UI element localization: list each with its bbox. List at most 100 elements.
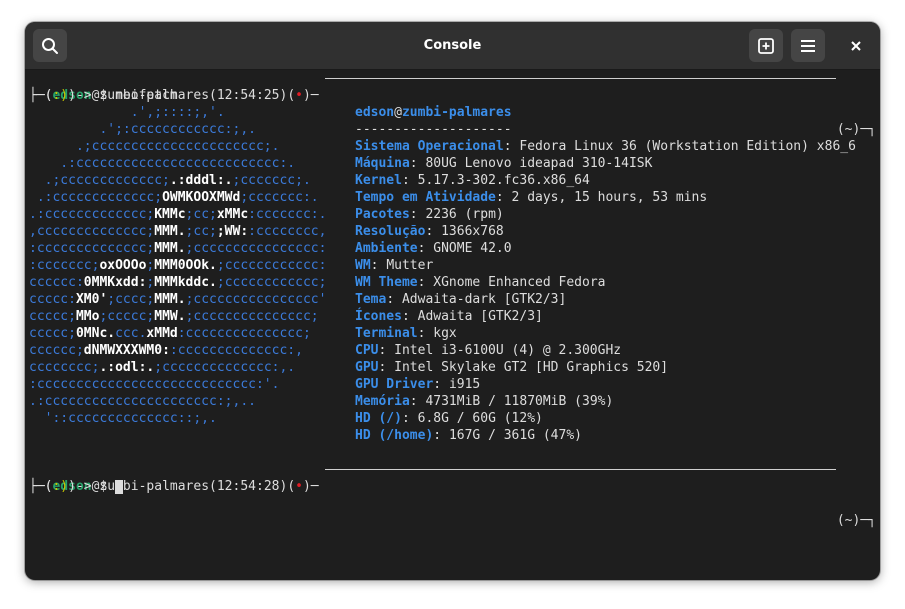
sysinfo-host: zumbi-palmares — [401, 105, 512, 120]
sysinfo-row: Tema: Adwaita-dark [GTK2/3] — [355, 291, 566, 308]
prompt-command-line-2[interactable]: └─(:))-> $ — [29, 478, 876, 495]
sysinfo-user: edson — [355, 105, 395, 120]
sysinfo-value: 6.8G / 60G (12%) — [417, 411, 543, 426]
sysinfo-colon: : — [495, 190, 512, 205]
ascii-art-line: ccccc;0MNc.ccc.xMMd:ccccccccccccccc; — [29, 325, 311, 342]
sysinfo-colon: : — [386, 292, 402, 307]
sysinfo-value: 1366x768 — [441, 224, 504, 239]
sysinfo-at: @ — [394, 105, 402, 120]
sysinfo-value: 167G / 361G (47%) — [448, 428, 582, 443]
sysinfo-row: HD (/): 6.8G / 60G (12%) — [355, 410, 543, 427]
sysinfo-colon: : — [401, 173, 418, 188]
ascii-art-segment: cccccc: — [29, 275, 84, 290]
ascii-art-segment: .';:cccccccccccc:;,. — [29, 122, 256, 137]
ascii-art-segment: MMo — [75, 309, 100, 324]
sysinfo-key: Sistema Operacional — [355, 139, 504, 154]
sysinfo-row: GPU: Intel Skylake GT2 [HD Graphics 520] — [355, 359, 668, 376]
sysinfo-row: Terminal: kgx — [355, 325, 457, 342]
ascii-art-segment: KMMc — [154, 207, 186, 222]
prompt-rule — [325, 78, 836, 79]
ascii-art-segment: ccccc; — [29, 309, 76, 324]
ascii-art-line: cccccccc;.:odl:.;cccccccccccccc:,. — [29, 359, 295, 376]
sysinfo-key: Tema — [355, 292, 387, 307]
ascii-art-segment: ;WW: — [216, 224, 249, 239]
sysinfo-row: Resolução: 1366x768 — [355, 223, 504, 240]
sysinfo-key: Memória — [355, 394, 410, 409]
sysinfo-row: Pacotes: 2236 (rpm) — [355, 206, 504, 223]
ascii-art-segment: OWMKOOXMWd — [162, 190, 241, 205]
sysinfo-colon: : — [417, 241, 434, 256]
close-button[interactable] — [839, 29, 873, 62]
prompt-cwd: (~) — [836, 513, 861, 528]
sysinfo-value: kgx — [433, 326, 457, 341]
ascii-art-segment: :cccccccc, — [248, 224, 327, 239]
sysinfo-title: edson@zumbi-palmares — [355, 104, 512, 121]
sysinfo-value: Intel i3-6100U (4) @ 2.300GHz — [394, 343, 622, 358]
sysinfo-row: WM Theme: XGnome Enhanced Fedora — [355, 274, 605, 291]
ascii-art-segment: MMM. — [154, 224, 186, 239]
sysinfo-row: Máquina: 80UG Lenovo ideapad 310-14ISK — [355, 155, 652, 172]
ascii-art-segment: 0MNc. — [75, 326, 116, 341]
sysinfo-key: Terminal — [355, 326, 418, 341]
ascii-art-line: :cccccccccccccccccccccccccccc:'. — [29, 376, 279, 393]
ascii-art-segment: .;ccccccccccccc; — [29, 173, 170, 188]
ascii-art-line: .:cccccccccccccccccccccc:;,.. — [29, 393, 256, 410]
sysinfo-colon: : — [370, 258, 387, 273]
prompt-smiley: :) — [52, 88, 69, 103]
sysinfo-value: XGnome Enhanced Fedora — [433, 275, 606, 290]
ascii-art-segment: .:ccccccccccccc; — [29, 207, 155, 222]
ascii-art-segment: .:odl:. — [99, 360, 155, 375]
sysinfo-colon: : — [401, 309, 418, 324]
ascii-art-segment: cccccc; — [29, 343, 84, 358]
sysinfo-key: Ambiente — [355, 241, 418, 256]
smiley-close: ) — [68, 88, 76, 103]
ascii-art-segment: XM0' — [75, 292, 108, 307]
sysinfo-colon: : — [378, 360, 395, 375]
ascii-art-segment: ccccc; — [29, 326, 76, 341]
ascii-art-line: :cccccccccccccc;MMM.;cccccccccccccccc: — [29, 240, 326, 257]
ascii-art-line: ccccc;MMo;ccccc;MMW.;ccccccccccccccc; — [29, 308, 319, 325]
sysinfo-value: 4731MiB / 11870MiB (39%) — [425, 394, 614, 409]
prompt-cwd: (~) — [836, 122, 861, 137]
main-menu-button[interactable] — [791, 29, 825, 62]
sysinfo-colon: : — [409, 156, 426, 171]
prompt-arrow: -> $ — [75, 479, 116, 494]
ascii-art-segment: xMMd — [146, 326, 178, 341]
search-button[interactable] — [33, 29, 67, 62]
sysinfo-value: 2236 (rpm) — [425, 207, 504, 222]
ascii-art-line: :ccccccc;oxOOOo;MMM0OOk.;cccccccccccc: — [29, 257, 326, 274]
prompt-arrow: -> $ — [75, 88, 116, 103]
sysinfo-colon: : — [425, 224, 442, 239]
terminal-output[interactable]: ┌─(edson@zumbi-palmares(12:54:25)(•)─ (~… — [29, 70, 876, 580]
sysinfo-value: GNOME 42.0 — [433, 241, 512, 256]
ascii-art-line: .;ccccccccccccc;.:dddl:.;ccccccc;. — [29, 172, 311, 189]
ascii-art-segment: cccccccc; — [29, 360, 100, 375]
ascii-art-segment: :cccccccccccccc; — [29, 241, 155, 256]
ascii-art-line: .:cccccccccccccccccccccccccc:. — [29, 155, 295, 172]
ascii-art-line: .';:cccccccccccc:;,. — [29, 121, 256, 138]
sysinfo-colon: : — [409, 207, 426, 222]
ascii-art-segment: '::cccccccccccccc::;,. — [29, 411, 217, 426]
sysinfo-value: i915 — [448, 377, 481, 392]
ascii-art-segment: ;cccccccccccccccc' — [185, 292, 327, 307]
sysinfo-key: Pacotes — [355, 207, 410, 222]
ascii-art-segment: :ccccccc; — [29, 258, 100, 273]
sysinfo-row: HD (/home): 167G / 361G (47%) — [355, 427, 582, 444]
ascii-art-segment: ccc. — [115, 326, 147, 341]
ascii-art-segment: MMW. — [154, 309, 186, 324]
sysinfo-key: CPU — [355, 343, 379, 358]
close-icon — [851, 40, 861, 51]
text-cursor — [115, 479, 124, 494]
ascii-art-segment: dNMWXXXWM0: — [83, 343, 170, 358]
ascii-art-segment: ;cccccccccccccccc: — [185, 241, 327, 256]
sysinfo-colon: : — [417, 326, 434, 341]
new-tab-button[interactable] — [749, 29, 783, 62]
sysinfo-row: Sistema Operacional: Fedora Linux 36 (Wo… — [355, 138, 856, 155]
prompt-command-line: └─(:))-> $ neofetch — [29, 88, 178, 103]
command-text: neofetch — [115, 88, 178, 103]
sysinfo-colon: : — [503, 139, 520, 154]
ascii-art-segment: ccccc: — [29, 292, 76, 307]
sysinfo-colon: : — [401, 411, 418, 426]
ascii-art-segment: ;ccccccccccccccc; — [185, 309, 319, 324]
prompt-rule — [325, 469, 836, 470]
